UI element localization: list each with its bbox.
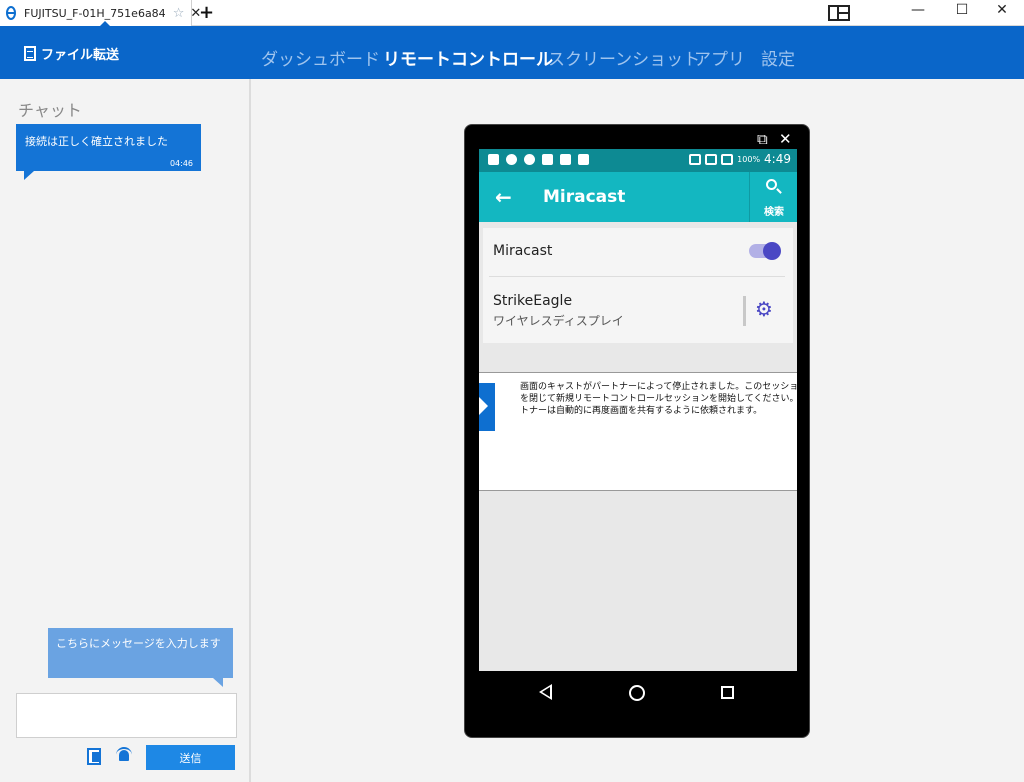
tab-settings[interactable]: 設定: [761, 45, 795, 70]
device-type: ワイヤレスディスプレイ: [493, 314, 624, 328]
miracast-toggle[interactable]: [749, 242, 781, 260]
file-transfer-button[interactable]: ファイル転送: [24, 44, 119, 63]
music-icon: [560, 154, 571, 165]
window-titlebar: FUJITSU_F-01H_751e6a84 ☆ ✕ + — ☐ ✕: [0, 0, 1024, 26]
android-navbar: [479, 671, 797, 715]
layout-icon[interactable]: [828, 5, 850, 21]
document-icon: [24, 46, 36, 61]
clock: 4:49: [764, 152, 791, 166]
send-button[interactable]: 送信: [146, 745, 235, 770]
system-icons: 100% 4:49: [689, 152, 791, 166]
eye-icon: [506, 154, 517, 165]
chat-message: 接続は正しく確立されました 04:46: [16, 124, 201, 171]
new-tab-button[interactable]: +: [199, 2, 214, 23]
popout-icon[interactable]: ⧉: [757, 130, 768, 148]
notice-line-1: 画面のキャストがパートナーによって停止されました。このセッションウ: [520, 382, 797, 392]
recents-icon[interactable]: [721, 686, 734, 699]
tab-title: FUJITSU_F-01H_751e6a84: [24, 6, 166, 20]
miracast-label: Miracast: [493, 243, 553, 259]
file-transfer-label: ファイル転送: [41, 48, 120, 63]
app-title: Miracast: [543, 187, 626, 207]
attach-icon[interactable]: [86, 747, 102, 765]
gear-icon[interactable]: ⚙: [755, 299, 773, 319]
teamviewer-icon: [524, 154, 535, 165]
back-icon[interactable]: [539, 684, 552, 700]
back-arrow-icon[interactable]: ←: [495, 185, 512, 209]
notification-icon: [488, 154, 499, 165]
cast-stopped-notice: 画面のキャストがパートナーによって停止されました。このセッションウ を閉じて新規…: [479, 372, 797, 491]
minimize-button[interactable]: —: [908, 2, 928, 18]
chat-hint-tail: [213, 678, 223, 687]
chat-message-input[interactable]: [16, 693, 237, 738]
chat-bubble-tail: [24, 171, 34, 180]
search-label: 検索: [764, 207, 784, 218]
alarm-icon[interactable]: [116, 747, 132, 763]
toggle-knob: [763, 242, 781, 260]
signal-icon: [721, 153, 734, 165]
app-bar: ← Miracast 検索: [479, 172, 797, 222]
maximize-button[interactable]: ☐: [952, 2, 972, 18]
star-icon[interactable]: ☆: [173, 6, 185, 21]
tab-dashboard[interactable]: ダッシュボード: [261, 45, 380, 70]
notice-line-2: を閉じて新規リモートコントロールセッションを開始してください。あなた: [520, 394, 797, 404]
chat-message-text: 接続は正しく確立されました: [25, 135, 168, 148]
tab-apps[interactable]: アプリ: [694, 45, 745, 70]
divider: [489, 276, 785, 277]
teamviewer-icon: [6, 6, 16, 20]
teamviewer-icon: [479, 383, 495, 431]
separator: [743, 296, 746, 326]
wifi-icon: [705, 153, 718, 165]
close-view-icon[interactable]: ✕: [779, 130, 792, 148]
image-icon: [542, 154, 553, 165]
close-window-button[interactable]: ✕: [992, 2, 1012, 18]
device-frame: ⧉ ✕ 100% 4:49 ← Miracast 検索 Miracast Str…: [464, 124, 810, 738]
search-icon: [766, 179, 777, 190]
main-navbar: ファイル転送 ダッシュボード リモートコントロール スクリーンショット アプリ …: [0, 26, 1024, 79]
notice-line-3: トナーは自動的に再度画面を共有するように依頼されます。: [520, 406, 763, 416]
chat-panel: チャット 接続は正しく確立されました 04:46 こちらにメッセージを入力します…: [0, 79, 251, 782]
battery-level: 100%: [737, 154, 761, 164]
chat-title: チャット: [18, 101, 82, 120]
notification-icons: [488, 154, 589, 165]
tab-remote-control[interactable]: リモートコントロール: [383, 45, 553, 70]
cast-icon: [689, 153, 702, 165]
chat-message-time: 04:46: [169, 159, 193, 168]
device-screen[interactable]: 100% 4:49 ← Miracast 検索 Miracast StrikeE…: [479, 149, 797, 715]
session-tab[interactable]: FUJITSU_F-01H_751e6a84 ☆ ✕: [0, 0, 201, 26]
settings-card: Miracast StrikeEagle ワイヤレスディスプレイ ⚙: [483, 228, 793, 343]
clipboard-icon: [578, 154, 589, 165]
notice-text: 画面のキャストがパートナーによって停止されました。このセッションウ を閉じて新規…: [520, 381, 797, 417]
search-button[interactable]: 検索: [749, 172, 797, 222]
home-icon[interactable]: [629, 685, 645, 701]
android-statusbar: 100% 4:49: [479, 149, 797, 172]
device-name[interactable]: StrikeEagle: [493, 293, 572, 309]
tab-screenshot[interactable]: スクリーンショット: [548, 45, 700, 70]
chat-hint: こちらにメッセージを入力します: [48, 628, 233, 678]
